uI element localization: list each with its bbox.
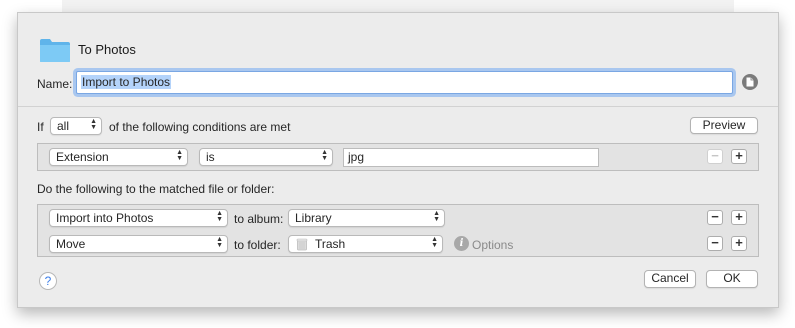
- add-condition-button[interactable]: +: [731, 149, 747, 164]
- trash-icon: [296, 238, 308, 251]
- action-type-select[interactable]: Move ▲ ▼: [49, 235, 228, 253]
- options-link[interactable]: Options: [472, 238, 513, 252]
- info-icon[interactable]: i: [454, 236, 469, 251]
- name-field-value: Import to Photos: [81, 75, 172, 89]
- actions-heading: Do the following to the matched file or …: [37, 182, 275, 196]
- conditions-list: Extension ▲ ▼ is ▲ ▼ jpg − +: [37, 143, 759, 171]
- actions-list: Import into Photos ▲ ▼ to album: Library …: [37, 204, 759, 257]
- match-select-value: all: [57, 119, 70, 133]
- conditions-label: of the following conditions are met: [109, 120, 291, 134]
- folder-icon: [40, 39, 70, 62]
- action-type-select[interactable]: Import into Photos ▲ ▼: [49, 209, 228, 227]
- up-down-arrows-icon: ▲ ▼: [321, 149, 328, 162]
- help-button[interactable]: ?: [39, 272, 57, 290]
- condition-attribute-select[interactable]: Extension ▲ ▼: [49, 148, 188, 166]
- up-down-arrows-icon: ▲ ▼: [216, 236, 223, 249]
- folder-select[interactable]: Trash ▲ ▼: [288, 235, 443, 253]
- album-select[interactable]: Library ▲ ▼: [288, 209, 445, 227]
- header-divider: [18, 106, 778, 107]
- remove-condition-button[interactable]: −: [707, 149, 723, 164]
- condition-attribute-value: Extension: [56, 150, 109, 164]
- album-select-value: Library: [295, 211, 332, 225]
- add-action-button[interactable]: +: [731, 236, 747, 251]
- up-down-arrows-icon: ▲ ▼: [176, 149, 183, 162]
- rule-title: To Photos: [78, 42, 136, 57]
- rule-editor-sheet: To Photos Name: Import to Photos If all …: [17, 12, 779, 308]
- if-label: If: [37, 120, 44, 134]
- add-action-button[interactable]: +: [731, 210, 747, 225]
- action-target-label: to album:: [234, 212, 284, 226]
- up-down-arrows-icon: ▲ ▼: [90, 118, 97, 131]
- up-down-arrows-icon: ▲ ▼: [216, 210, 223, 223]
- condition-operator-select[interactable]: is ▲ ▼: [199, 148, 333, 166]
- remove-action-button[interactable]: −: [707, 210, 723, 225]
- name-label: Name:: [37, 77, 73, 91]
- folder-select-value: Trash: [315, 237, 346, 251]
- document-icon[interactable]: [742, 74, 758, 90]
- action-type-value: Move: [56, 237, 86, 251]
- cancel-button[interactable]: Cancel: [644, 270, 696, 288]
- action-type-value: Import into Photos: [56, 211, 154, 225]
- up-down-arrows-icon: ▲ ▼: [431, 236, 438, 249]
- condition-operator-value: is: [206, 150, 215, 164]
- remove-action-button[interactable]: −: [707, 236, 723, 251]
- ok-button[interactable]: OK: [706, 270, 758, 288]
- match-select[interactable]: all ▲ ▼: [50, 117, 102, 135]
- action-target-label: to folder:: [234, 238, 281, 252]
- condition-value-text: jpg: [348, 150, 365, 164]
- up-down-arrows-icon: ▲ ▼: [433, 210, 440, 223]
- name-field[interactable]: Import to Photos: [76, 71, 733, 94]
- condition-value-field[interactable]: jpg: [343, 148, 599, 167]
- preview-button[interactable]: Preview: [690, 117, 758, 134]
- background-window-strip: [62, 0, 734, 12]
